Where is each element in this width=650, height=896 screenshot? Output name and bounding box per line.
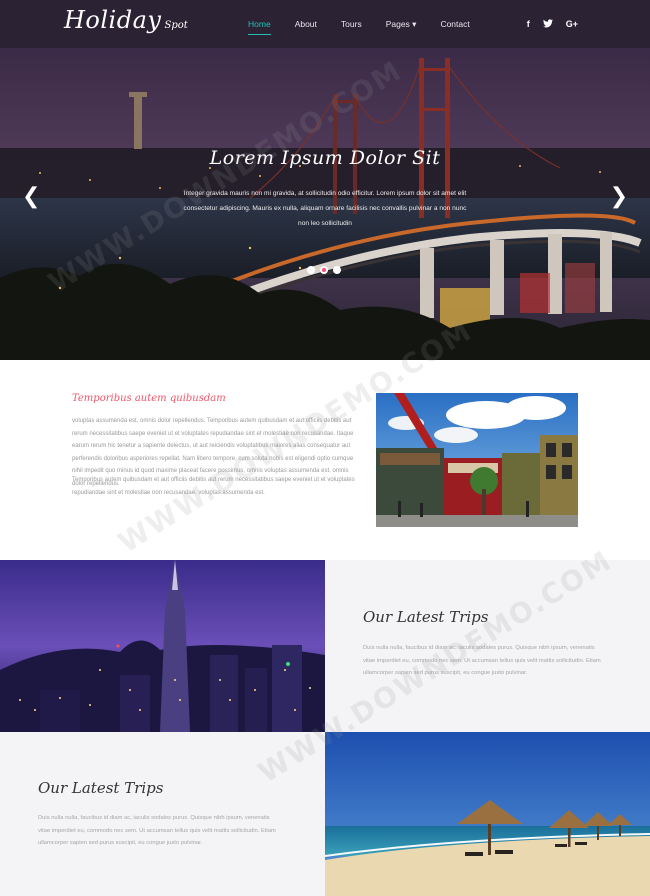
trips-text-2: Duis nulla nulla, faucibus id diam ac, i… bbox=[38, 815, 276, 846]
slider-pagination bbox=[307, 266, 341, 274]
top-navbar: Holiday Spot Home About Tours Pages ▾ Con… bbox=[0, 0, 650, 48]
trips-title-1: Our Latest Trips bbox=[363, 608, 489, 626]
brand-subtitle: Spot bbox=[164, 20, 188, 31]
nav-item-pages[interactable]: Pages ▾ bbox=[386, 13, 417, 36]
slider-dot-1[interactable] bbox=[307, 266, 315, 274]
trips-text-1: Duis nulla nulla, faucibus id diam ac, i… bbox=[363, 645, 601, 676]
storefront-photo bbox=[376, 393, 578, 527]
hero-description: Integer gravida mauris non mi gravida, a… bbox=[183, 190, 467, 227]
beach-photo bbox=[325, 732, 650, 896]
city-night-photo bbox=[0, 560, 325, 732]
nav-item-contact[interactable]: Contact bbox=[440, 13, 469, 35]
brand-name: Holiday bbox=[64, 6, 162, 34]
brand-logo[interactable]: Holiday Spot bbox=[64, 6, 188, 34]
main-menu: Home About Tours Pages ▾ Contact bbox=[248, 0, 494, 48]
slider-next-icon[interactable]: ❯ bbox=[610, 183, 628, 209]
facebook-icon[interactable]: f bbox=[527, 19, 530, 29]
social-links: f G+ bbox=[527, 0, 578, 48]
nav-item-home[interactable]: Home bbox=[248, 13, 271, 35]
about-paragraph-2: Temporibus autem quibusdam et aut offici… bbox=[72, 477, 355, 496]
twitter-icon[interactable] bbox=[542, 18, 553, 30]
slider-dot-2[interactable] bbox=[320, 266, 328, 274]
google-plus-icon[interactable]: G+ bbox=[566, 19, 578, 29]
about-section: Temporibus autem quibusdam voluptas assu… bbox=[0, 360, 650, 560]
nav-item-about[interactable]: About bbox=[295, 13, 317, 35]
latest-trips-panel-2: Our Latest Trips Duis nulla nulla, fauci… bbox=[0, 732, 325, 896]
hero-slider: Lorem Ipsum Dolor Sit Integer gravida ma… bbox=[0, 48, 650, 360]
trips-title-2: Our Latest Trips bbox=[38, 779, 164, 797]
nav-item-tours[interactable]: Tours bbox=[341, 13, 362, 35]
slider-prev-icon[interactable]: ❮ bbox=[22, 183, 40, 209]
slider-dot-3[interactable] bbox=[333, 266, 341, 274]
about-title: Temporibus autem quibusdam bbox=[72, 393, 226, 404]
hero-title: Lorem Ipsum Dolor Sit bbox=[209, 147, 441, 169]
latest-trips-panel-1: Our Latest Trips Duis nulla nulla, fauci… bbox=[325, 560, 650, 732]
